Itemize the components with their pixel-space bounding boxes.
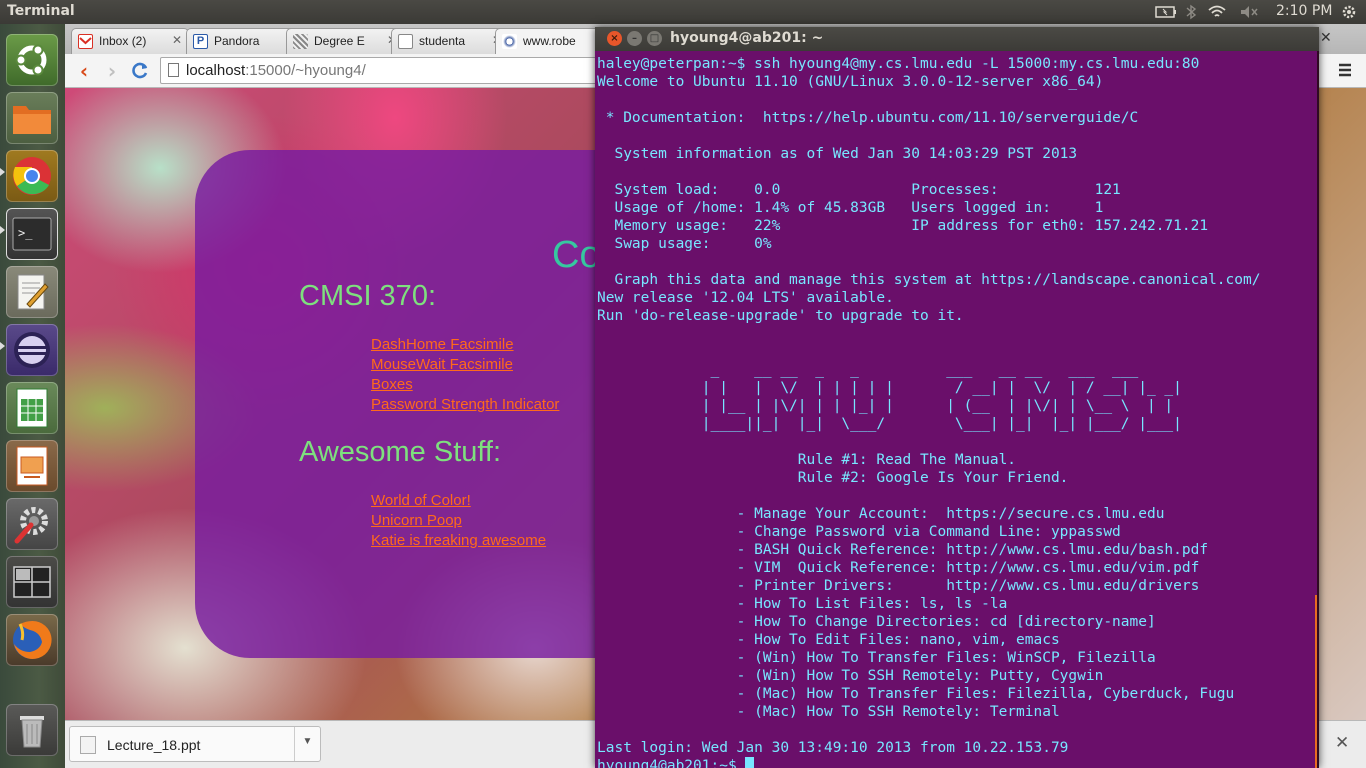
tab-label: studenta: [419, 34, 466, 48]
terminal-scrollbar[interactable]: [1315, 595, 1317, 768]
tab-label: Degree E: [314, 34, 365, 48]
terminal-lines: haley@peterpan:~$ ssh hyoung4@my.cs.lmu.…: [597, 56, 1261, 756]
chevron-down-icon[interactable]: ▼: [294, 727, 320, 761]
volume-muted-icon[interactable]: [1239, 4, 1259, 20]
window-close-icon[interactable]: ✕: [1320, 30, 1332, 46]
pandora-icon: P: [193, 34, 208, 49]
reload-icon: [132, 62, 148, 79]
robe-icon: [502, 34, 517, 49]
link-mousewait-facsimile[interactable]: MouseWait Facsimile: [371, 356, 513, 373]
running-indicator: [0, 342, 5, 350]
tab-label: www.robe: [523, 34, 576, 48]
wifi-icon[interactable]: [1207, 4, 1227, 20]
close-downloads-icon[interactable]: ✕: [1335, 733, 1349, 753]
download-filename: Lecture_18.ppt: [107, 737, 201, 753]
launcher-chrome[interactable]: [6, 150, 58, 202]
clock[interactable]: 2:10 PM: [1276, 3, 1332, 19]
link-katie[interactable]: Katie is freaking awesome: [371, 532, 546, 549]
running-indicator: [0, 226, 5, 234]
trash-icon: [6, 704, 58, 756]
terminal-icon: >_: [6, 208, 58, 260]
ppt-icon: [80, 736, 96, 754]
gmail-icon: [78, 34, 93, 49]
close-icon[interactable]: ✕: [172, 33, 182, 47]
reload-button[interactable]: [129, 60, 151, 82]
link-unicorn-poop[interactable]: Unicorn Poop: [371, 512, 462, 529]
firefox-icon: [6, 614, 58, 666]
tab-label: Inbox (2): [99, 34, 147, 48]
launcher-terminal[interactable]: >_: [6, 208, 58, 260]
eclipse-icon: [6, 324, 58, 376]
terminal-window: × – □ hyoung4@ab201: ~ haley@peterpan:~$…: [595, 27, 1319, 768]
section-heading: CMSI 370:: [299, 280, 436, 312]
page-icon: [398, 34, 413, 49]
chrome-icon: [6, 150, 58, 202]
terminal-prompt: hyoung4@ab201:~$: [597, 758, 746, 768]
launcher-system-settings[interactable]: [6, 498, 58, 550]
settings-icon: [6, 498, 58, 550]
address-bar[interactable]: localhost:15000/~hyoung4/: [160, 57, 660, 84]
spreadsheet-icon: [6, 382, 58, 434]
forward-button[interactable]: ›: [101, 60, 123, 82]
terminal-body[interactable]: haley@peterpan:~$ ssh hyoung4@my.cs.lmu.…: [595, 51, 1317, 768]
launcher-dash-home[interactable]: [6, 34, 58, 86]
terminal-title: hyoung4@ab201: ~: [670, 30, 824, 46]
svg-text:>_: >_: [18, 226, 33, 240]
launcher-trash[interactable]: [6, 704, 58, 756]
link-boxes[interactable]: Boxes: [371, 376, 413, 393]
close-window-icon[interactable]: ×: [607, 31, 622, 46]
address-host: localhost: [186, 62, 246, 79]
battery-icon[interactable]: [1155, 4, 1177, 20]
text-cursor: [745, 757, 755, 768]
minimize-window-icon[interactable]: –: [627, 31, 642, 46]
terminal-titlebar[interactable]: × – □ hyoung4@ab201: ~: [595, 27, 1319, 51]
tab-inbox[interactable]: Inbox (2) ✕: [71, 28, 189, 54]
bluetooth-icon[interactable]: [1185, 4, 1197, 20]
launcher-text-editor[interactable]: [6, 266, 58, 318]
tab-degree[interactable]: Degree E ✕: [286, 28, 404, 54]
download-item[interactable]: Lecture_18.ppt ▼: [69, 726, 321, 762]
launcher-files[interactable]: [6, 92, 58, 144]
page-title: Co: [552, 234, 601, 276]
page-icon: [168, 63, 179, 77]
terminal-output: haley@peterpan:~$ ssh hyoung4@my.cs.lmu.…: [597, 55, 1260, 768]
active-app-title: Terminal: [7, 3, 75, 19]
tab-studenta[interactable]: studenta ✕: [391, 28, 509, 54]
running-indicator: [0, 168, 5, 176]
degree-icon: [293, 34, 308, 49]
launcher: >_: [0, 24, 65, 768]
tab-label: Pandora: [214, 34, 260, 48]
address-path: :15000/~hyoung4/: [245, 62, 366, 79]
presentation-icon: [6, 440, 58, 492]
launcher-eclipse[interactable]: [6, 324, 58, 376]
link-dashhome-facsimile[interactable]: DashHome Facsimile: [371, 336, 514, 353]
text-editor-icon: [6, 266, 58, 318]
top-panel: Terminal 2:10 PM: [0, 0, 1366, 24]
workspace-switcher-icon: [6, 556, 58, 608]
launcher-presentation[interactable]: [6, 440, 58, 492]
hamburger-menu-icon[interactable]: [1336, 61, 1354, 79]
maximize-window-icon[interactable]: □: [647, 31, 662, 46]
back-button[interactable]: ‹: [73, 60, 95, 82]
section-heading: Awesome Stuff:: [299, 436, 502, 468]
link-world-of-color[interactable]: World of Color!: [371, 492, 471, 509]
folder-icon: [6, 92, 58, 144]
launcher-workspaces[interactable]: [6, 556, 58, 608]
tab-robe[interactable]: www.robe: [495, 28, 605, 54]
launcher-firefox[interactable]: [6, 614, 58, 666]
ubuntu-logo-icon: [6, 34, 58, 86]
power-gear-icon[interactable]: [1340, 4, 1358, 20]
launcher-spreadsheet[interactable]: [6, 382, 58, 434]
link-password-strength-indicator[interactable]: Password Strength Indicator: [371, 396, 559, 413]
